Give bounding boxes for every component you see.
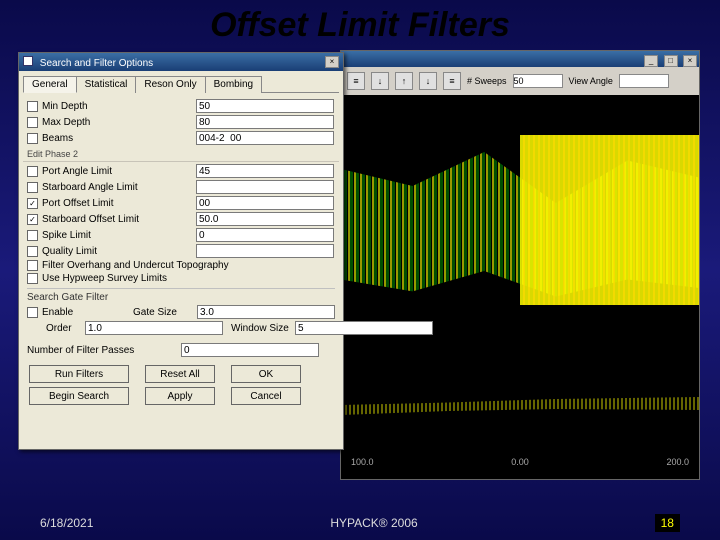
general-panel: Min Depth Max Depth Beams Edit Phase 2 P… [19,93,343,409]
max-depth-label: Max Depth [42,117,192,128]
reset-all-button[interactable]: Reset All [145,365,215,383]
footer-date: 6/18/2021 [40,516,93,530]
beams-input[interactable] [196,131,334,145]
min-depth-input[interactable] [196,99,334,113]
dialog-titlebar: Search and Filter Options × [19,53,343,71]
port-angle-input[interactable] [196,164,334,178]
passes-label: Number of Filter Passes [27,345,177,356]
minimize-icon[interactable]: _ [644,55,658,67]
toolbar-btn-2[interactable]: ↓ [371,72,389,90]
stbd-angle-input[interactable] [196,180,334,194]
tabstrip: General Statistical Reson Only Bombing [19,71,343,92]
spike-input[interactable] [196,228,334,242]
toolbar-btn-5[interactable]: ≡ [443,72,461,90]
sweeps-input[interactable] [513,74,563,88]
apply-button[interactable]: Apply [145,387,215,405]
axis-right: 200.0 [666,457,689,467]
port-angle-checkbox[interactable] [27,166,38,177]
spike-checkbox[interactable] [27,230,38,241]
port-offset-label: Port Offset Limit [42,198,192,209]
viewangle-input[interactable] [619,74,669,88]
swath-axis: 100.0 0.00 200.0 [341,457,699,467]
order-input[interactable] [85,321,223,335]
tab-general[interactable]: General [23,76,77,93]
port-angle-label: Port Angle Limit [42,166,192,177]
footer-center: HYPACK® 2006 [330,516,417,530]
beams-checkbox[interactable] [27,133,38,144]
max-depth-checkbox[interactable] [27,117,38,128]
gatesize-label: Gate Size [133,307,193,318]
run-filters-button[interactable]: Run Filters [29,365,129,383]
min-depth-checkbox[interactable] [27,101,38,112]
windowsize-label: Window Size [231,323,291,334]
bg-titlebar: _ □ × [341,51,699,67]
overhang-label: Filter Overhang and Undercut Topography [42,260,335,271]
maximize-icon[interactable]: □ [664,55,678,67]
bg-toolbar: ≡ ↓ ↑ ↓ ≡ # Sweeps View Angle [341,67,699,95]
overhang-checkbox[interactable] [27,260,38,271]
axis-y: 100.0 [351,457,374,467]
stbd-offset-label: Starboard Offset Limit [42,214,192,225]
gatesize-input[interactable] [197,305,335,319]
stbd-offset-input[interactable] [196,212,334,226]
app-icon [23,56,33,66]
axis-mid: 0.00 [511,457,529,467]
port-offset-checkbox[interactable]: ✓ [27,198,38,209]
tab-reson[interactable]: Reson Only [135,76,205,93]
viewangle-label: View Angle [569,76,613,86]
enable-label: Enable [42,307,82,318]
tab-bombing[interactable]: Bombing [205,76,262,93]
begin-search-button[interactable]: Begin Search [29,387,129,405]
stbd-offset-checkbox[interactable]: ✓ [27,214,38,225]
use-limits-checkbox[interactable] [27,273,38,284]
windowsize-input[interactable] [295,321,433,335]
dialog-title: Search and Filter Options [40,58,153,69]
dialog-close-icon[interactable]: × [325,56,339,68]
swath-plot: 100.0 0.00 200.0 [341,95,699,479]
tab-statistical[interactable]: Statistical [76,76,137,93]
quality-input[interactable] [196,244,334,258]
beams-label: Beams [42,133,192,144]
toolbar-btn-1[interactable]: ≡ [347,72,365,90]
min-depth-label: Min Depth [42,101,192,112]
phase2-title: Edit Phase 2 [27,149,335,159]
toolbar-btn-3[interactable]: ↑ [395,72,413,90]
gate-title: Search Gate Filter [27,288,335,303]
spike-label: Spike Limit [42,230,192,241]
order-label: Order [46,323,81,334]
quality-label: Quality Limit [42,246,192,257]
slide-footer: 6/18/2021 HYPACK® 2006 18 [0,514,720,532]
swath-floor [341,375,699,425]
enable-checkbox[interactable] [27,307,38,318]
slide-title: Offset Limit Filters [0,0,720,47]
swath-window: _ □ × ≡ ↓ ↑ ↓ ≡ # Sweeps View Angle 100.… [340,50,700,480]
sweeps-label: # Sweeps [467,76,507,86]
search-filter-dialog: Search and Filter Options × General Stat… [18,52,344,450]
footer-page: 18 [655,514,680,532]
stbd-angle-checkbox[interactable] [27,182,38,193]
ok-button[interactable]: OK [231,365,301,383]
swath-data-bright [520,135,699,305]
toolbar-btn-4[interactable]: ↓ [419,72,437,90]
use-limits-label: Use Hypweep Survey Limits [42,273,335,284]
quality-checkbox[interactable] [27,246,38,257]
port-offset-input[interactable] [196,196,334,210]
max-depth-input[interactable] [196,115,334,129]
close-icon[interactable]: × [683,55,697,67]
stbd-angle-label: Starboard Angle Limit [42,182,192,193]
cancel-button[interactable]: Cancel [231,387,301,405]
passes-input[interactable] [181,343,319,357]
